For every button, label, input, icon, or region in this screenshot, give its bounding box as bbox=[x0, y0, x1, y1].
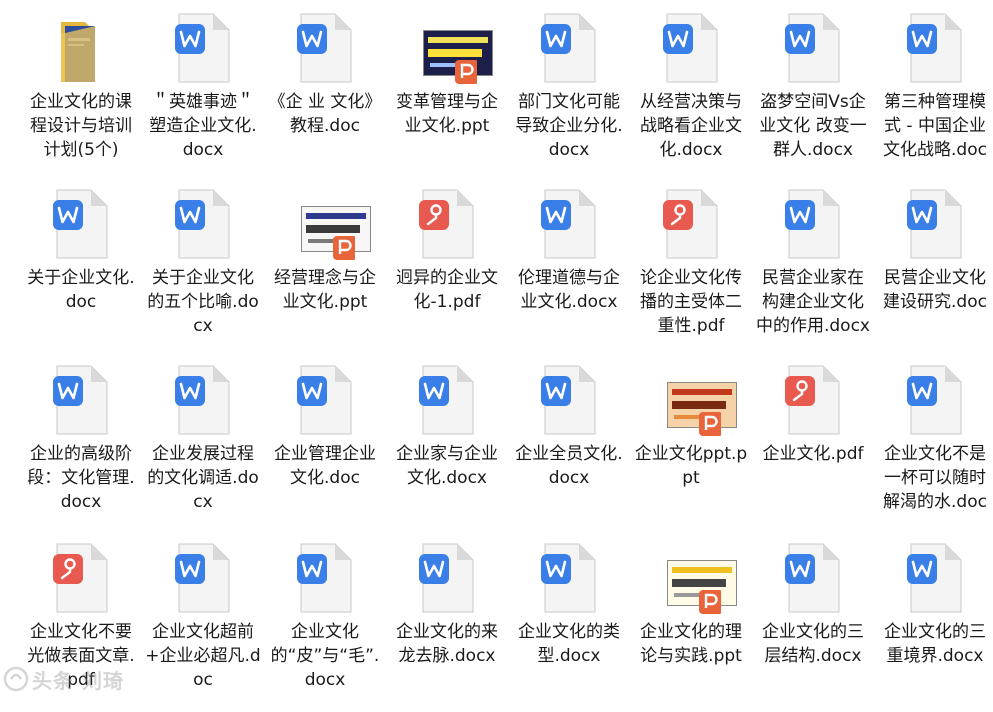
ppt-thumbnail-icon bbox=[417, 12, 493, 84]
file-name-label: 企业文化的“皮”与“毛”.docx bbox=[270, 622, 380, 690]
file-name-label: 盗梦空间Vs企业文化 改变一群人.docx bbox=[759, 92, 867, 160]
file-item[interactable]: 民营企业家在构建企业文化中的作用.docx bbox=[752, 188, 874, 364]
file-name-label: 关于企业文化.doc bbox=[27, 268, 135, 312]
file-name-label: 经营理念与企业文化.ppt bbox=[274, 268, 376, 312]
file-name-label: 从经营决策与战略看企业文化.docx bbox=[640, 92, 742, 160]
file-name-label: 关于企业文化的五个比喻.docx bbox=[147, 268, 259, 336]
word-doc-icon bbox=[295, 542, 355, 614]
file-name-label: 迥异的企业文化-1.pdf bbox=[396, 268, 498, 312]
file-grid: 企业文化的课程设计与培训计划(5个) ＂英雄事迹＂塑造企业文化.docx 《企 … bbox=[20, 12, 993, 712]
file-item[interactable]: 企业文化的三重境界.docx bbox=[874, 542, 993, 712]
file-item[interactable]: 《企 业 文化》教程.doc bbox=[264, 12, 386, 188]
pdf-doc-icon bbox=[783, 364, 843, 436]
file-item[interactable]: 企业文化.pdf bbox=[752, 364, 874, 542]
file-name-label: 企业文化不是一杯可以随时解渴的水.doc bbox=[883, 444, 987, 512]
file-name-label: 企业文化的三重境界.docx bbox=[884, 622, 986, 666]
word-doc-icon bbox=[173, 12, 233, 84]
file-item[interactable]: 企业文化不是一杯可以随时解渴的水.doc bbox=[874, 364, 993, 542]
file-name-label: 企业文化超前+企业必超凡.doc bbox=[145, 622, 261, 690]
pdf-doc-icon bbox=[417, 188, 477, 260]
word-doc-icon bbox=[51, 364, 111, 436]
word-doc-icon bbox=[173, 188, 233, 260]
ppt-thumbnail-icon bbox=[661, 364, 737, 436]
word-doc-icon bbox=[905, 542, 965, 614]
file-name-label: 企业管理企业文化.doc bbox=[274, 444, 376, 488]
file-item[interactable]: 企业文化超前+企业必超凡.doc bbox=[142, 542, 264, 712]
word-doc-icon bbox=[173, 542, 233, 614]
file-name-label: 企业文化的课程设计与培训计划(5个) bbox=[30, 92, 132, 160]
file-item[interactable]: 企业文化的类型.docx bbox=[508, 542, 630, 712]
file-name-label: 企业家与企业文化.docx bbox=[396, 444, 498, 488]
watermark-text: 头条 刘琦 bbox=[32, 668, 124, 693]
word-doc-icon bbox=[295, 12, 355, 84]
file-item[interactable]: 论企业文化传播的主受体二重性.pdf bbox=[630, 188, 752, 364]
file-name-label: ＂英雄事迹＂塑造企业文化.docx bbox=[149, 92, 257, 160]
file-item[interactable]: 从经营决策与战略看企业文化.docx bbox=[630, 12, 752, 188]
ppt-thumbnail-icon bbox=[295, 188, 371, 260]
file-name-label: 企业文化ppt.ppt bbox=[634, 444, 748, 488]
word-doc-icon bbox=[661, 12, 721, 84]
watermark: 头条 刘琦 bbox=[2, 662, 124, 696]
file-item[interactable]: 关于企业文化.doc bbox=[20, 188, 142, 364]
word-doc-icon bbox=[539, 12, 599, 84]
word-doc-icon bbox=[783, 12, 843, 84]
file-item[interactable]: 企业文化的三层结构.docx bbox=[752, 542, 874, 712]
file-name-label: 企业文化的来龙去脉.docx bbox=[396, 622, 498, 666]
word-doc-icon bbox=[539, 542, 599, 614]
file-name-label: 企业文化的理论与实践.ppt bbox=[640, 622, 742, 666]
word-doc-icon bbox=[417, 364, 477, 436]
file-item[interactable]: ＂英雄事迹＂塑造企业文化.docx bbox=[142, 12, 264, 188]
word-doc-icon bbox=[539, 188, 599, 260]
pdf-doc-icon bbox=[661, 188, 721, 260]
ppt-thumbnail-icon bbox=[661, 542, 737, 614]
file-name-label: 第三种管理模式 - 中国企业文化战略.doc bbox=[883, 92, 987, 160]
file-name-label: 企业文化的类型.docx bbox=[518, 622, 620, 666]
pdf-doc-icon bbox=[51, 542, 111, 614]
file-item[interactable]: 变革管理与企业文化.ppt bbox=[386, 12, 508, 188]
file-name-label: 部门文化可能导致企业分化.docx bbox=[515, 92, 623, 160]
file-name-label: 企业发展过程的文化调适.docx bbox=[147, 444, 259, 512]
file-item[interactable]: 企业全员文化.docx bbox=[508, 364, 630, 542]
file-item[interactable]: 企业文化的“皮”与“毛”.docx bbox=[264, 542, 386, 712]
word-doc-icon bbox=[905, 188, 965, 260]
file-item[interactable]: 第三种管理模式 - 中国企业文化战略.doc bbox=[874, 12, 993, 188]
file-item[interactable]: 伦理道德与企业文化.docx bbox=[508, 188, 630, 364]
word-doc-icon bbox=[783, 542, 843, 614]
word-doc-icon bbox=[905, 12, 965, 84]
word-doc-icon bbox=[173, 364, 233, 436]
word-doc-icon bbox=[539, 364, 599, 436]
file-item[interactable]: 民营企业文化建设研究.doc bbox=[874, 188, 993, 364]
file-item[interactable]: 企业的高级阶段：文化管理.docx bbox=[20, 364, 142, 542]
file-name-label: 民营企业家在构建企业文化中的作用.docx bbox=[755, 268, 870, 336]
file-item[interactable]: 企业发展过程的文化调适.docx bbox=[142, 364, 264, 542]
file-name-label: 企业的高级阶段：文化管理.docx bbox=[27, 444, 135, 512]
folder-item[interactable]: 企业文化的课程设计与培训计划(5个) bbox=[20, 12, 142, 188]
file-name-label: 企业文化的三层结构.docx bbox=[762, 622, 864, 666]
word-doc-icon bbox=[783, 188, 843, 260]
file-name-label: 变革管理与企业文化.ppt bbox=[396, 92, 498, 136]
file-item[interactable]: 企业文化的来龙去脉.docx bbox=[386, 542, 508, 712]
file-item[interactable]: 盗梦空间Vs企业文化 改变一群人.docx bbox=[752, 12, 874, 188]
file-item[interactable]: 迥异的企业文化-1.pdf bbox=[386, 188, 508, 364]
word-doc-icon bbox=[295, 364, 355, 436]
file-name-label: 企业文化.pdf bbox=[762, 444, 864, 464]
word-doc-icon bbox=[905, 364, 965, 436]
file-name-label: 论企业文化传播的主受体二重性.pdf bbox=[640, 268, 742, 336]
file-name-label: 伦理道德与企业文化.docx bbox=[518, 268, 620, 312]
watermark-logo-icon bbox=[3, 666, 29, 692]
file-item[interactable]: 部门文化可能导致企业分化.docx bbox=[508, 12, 630, 188]
file-name-label: 民营企业文化建设研究.doc bbox=[883, 268, 987, 312]
file-name-label: 企业全员文化.docx bbox=[515, 444, 623, 488]
file-item[interactable]: 关于企业文化的五个比喻.docx bbox=[142, 188, 264, 364]
file-name-label: 《企 业 文化》教程.doc bbox=[268, 92, 382, 136]
file-item[interactable]: 企业文化的理论与实践.ppt bbox=[630, 542, 752, 712]
file-item[interactable]: 经营理念与企业文化.ppt bbox=[264, 188, 386, 364]
word-doc-icon bbox=[417, 542, 477, 614]
word-doc-icon bbox=[51, 188, 111, 260]
file-item[interactable]: 企业家与企业文化.docx bbox=[386, 364, 508, 542]
file-item[interactable]: 企业文化ppt.ppt bbox=[630, 364, 752, 542]
folder-icon bbox=[51, 12, 111, 84]
file-item[interactable]: 企业管理企业文化.doc bbox=[264, 364, 386, 542]
